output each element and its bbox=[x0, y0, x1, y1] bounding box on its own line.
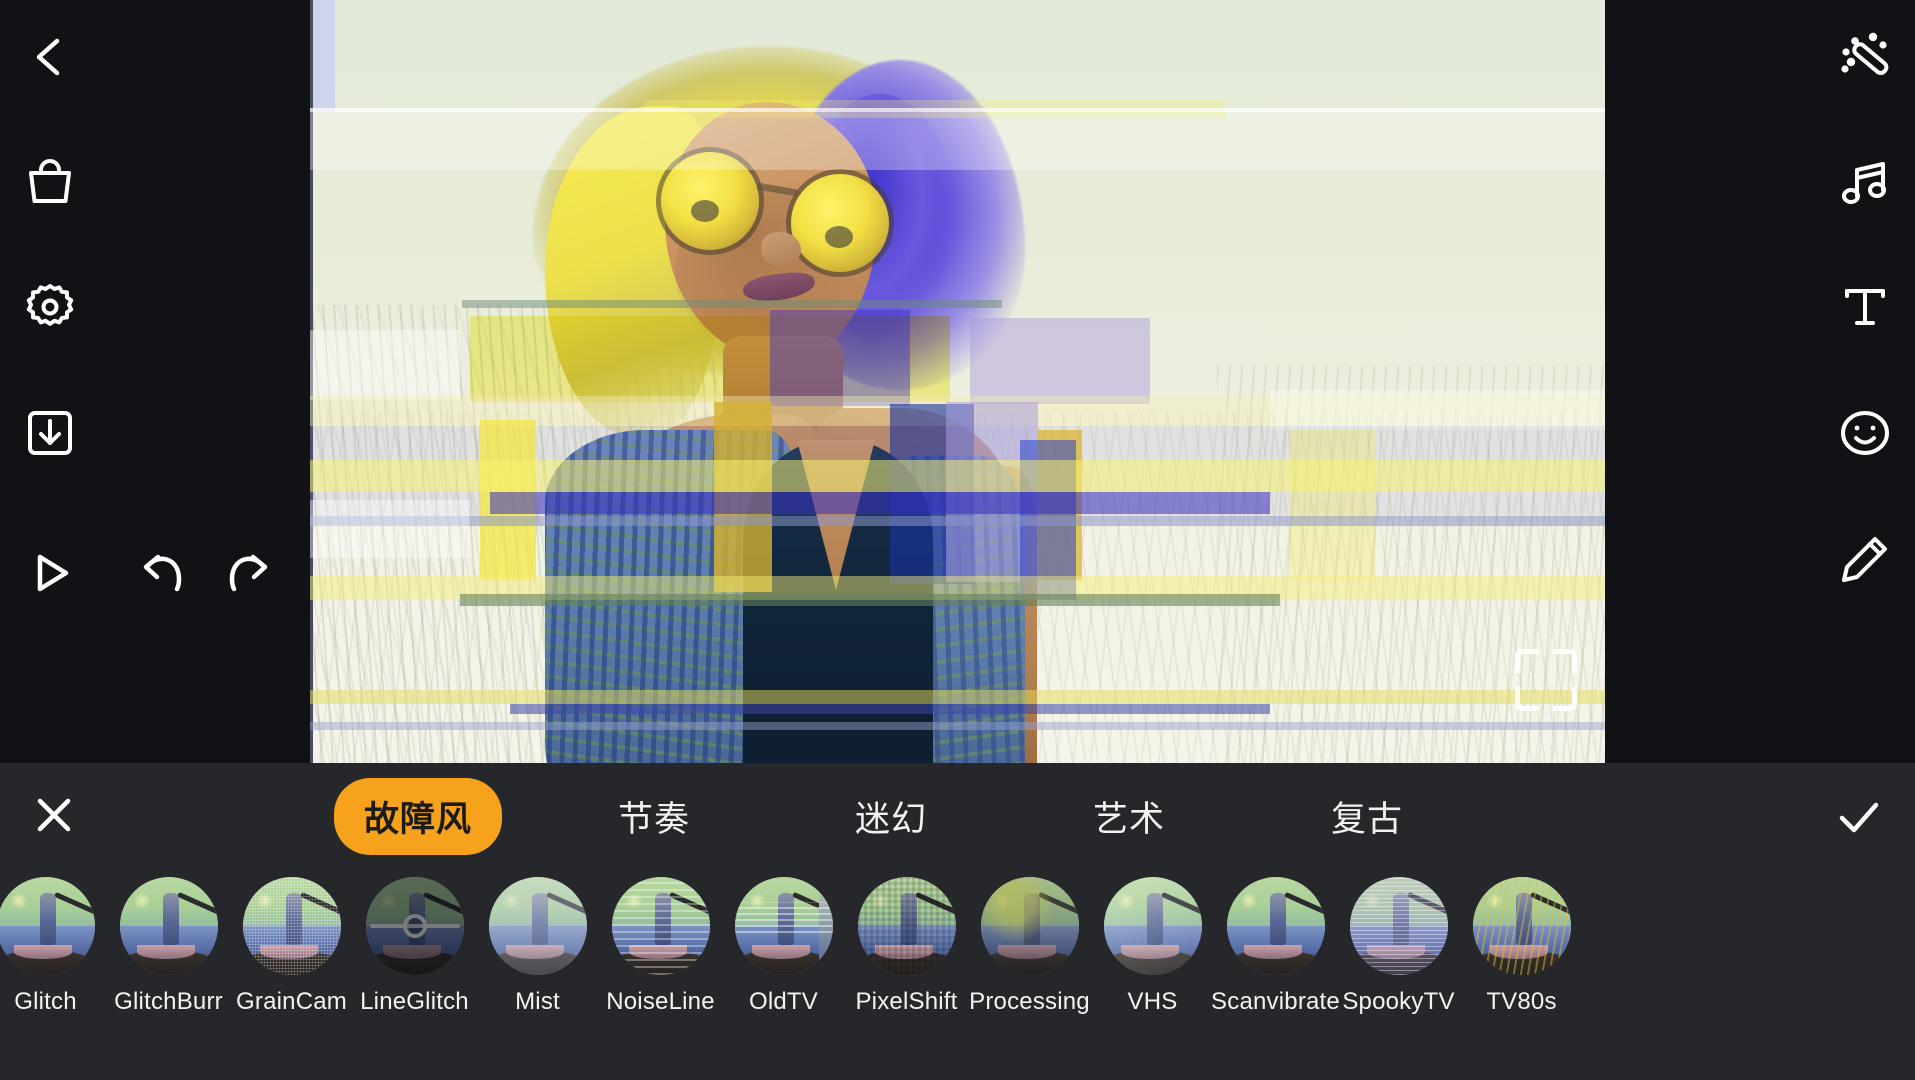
filter-label: NoiseLine bbox=[606, 988, 715, 1015]
right-toolbar bbox=[1605, 0, 1915, 763]
filter-tabbar: 故障风 节奏 迷幻 艺术 复古 bbox=[0, 763, 1915, 870]
filter-item[interactable]: GlitchBurr bbox=[107, 870, 230, 1070]
preview-frame bbox=[310, 0, 1605, 763]
redo-button[interactable] bbox=[205, 530, 291, 616]
music-note-icon bbox=[1837, 154, 1893, 210]
filter-list[interactable]: Glitch GlitchBurr GrainCam LineGlitch Mist No… bbox=[0, 870, 1915, 1080]
filter-item[interactable]: Scanvibrate bbox=[1211, 870, 1340, 1070]
filter-thumbnail bbox=[734, 877, 833, 975]
redo-arrow-icon bbox=[220, 545, 276, 601]
filter-item[interactable]: TV80s bbox=[1460, 870, 1583, 1070]
music-button[interactable] bbox=[1822, 139, 1908, 225]
transport-controls bbox=[0, 523, 310, 623]
magic-button[interactable] bbox=[1822, 14, 1908, 100]
filter-thumbnail bbox=[1103, 877, 1202, 975]
filter-thumbnail bbox=[1226, 877, 1325, 975]
filter-thumbnail bbox=[980, 877, 1079, 975]
undo-button[interactable] bbox=[120, 530, 206, 616]
draw-button[interactable] bbox=[1822, 516, 1908, 602]
filter-label: SpookyTV bbox=[1342, 988, 1455, 1015]
chevron-left-icon bbox=[24, 31, 76, 83]
play-icon bbox=[24, 547, 76, 599]
filter-item[interactable]: SpookyTV bbox=[1337, 870, 1460, 1070]
filter-item[interactable]: Glitch bbox=[0, 870, 107, 1070]
filter-panel: 故障风 节奏 迷幻 艺术 复古 Glitch GlitchBurr GrainC… bbox=[0, 763, 1915, 1080]
filter-thumbnail bbox=[611, 877, 710, 975]
filter-item[interactable]: GrainCam bbox=[230, 870, 353, 1070]
filter-label: Mist bbox=[515, 988, 560, 1015]
preview-left-edge bbox=[310, 0, 313, 763]
gear-icon bbox=[22, 279, 78, 335]
filter-thumbnail bbox=[242, 877, 341, 975]
confirm-button[interactable] bbox=[1827, 787, 1891, 851]
video-preview[interactable] bbox=[310, 0, 1605, 763]
filter-item[interactable]: LineGlitch bbox=[353, 870, 476, 1070]
magic-wand-icon bbox=[1837, 29, 1893, 85]
category-tabs: 故障风 节奏 迷幻 艺术 复古 bbox=[300, 763, 1730, 870]
filter-thumbnail bbox=[488, 877, 587, 975]
filter-thumbnail bbox=[365, 877, 464, 975]
smiley-icon bbox=[1837, 405, 1893, 461]
pencil-icon bbox=[1837, 531, 1893, 587]
filter-item[interactable]: Processing bbox=[968, 870, 1091, 1070]
filter-item[interactable]: VHS bbox=[1091, 870, 1214, 1070]
filter-thumbnail bbox=[857, 877, 956, 975]
close-x-icon bbox=[28, 789, 80, 846]
filter-label: VHS bbox=[1127, 988, 1178, 1015]
filter-item[interactable]: Mist bbox=[476, 870, 599, 1070]
filter-item[interactable]: OldTV bbox=[722, 870, 845, 1070]
export-button[interactable] bbox=[7, 390, 93, 476]
filter-label: PixelShift bbox=[855, 988, 958, 1015]
left-toolbar bbox=[0, 0, 310, 763]
filter-label: TV80s bbox=[1486, 988, 1557, 1015]
text-button[interactable] bbox=[1822, 264, 1908, 350]
back-button[interactable] bbox=[7, 14, 93, 100]
filter-label: LineGlitch bbox=[360, 988, 469, 1015]
text-t-icon bbox=[1837, 279, 1893, 335]
filter-label: Glitch bbox=[14, 988, 77, 1015]
tab-art[interactable]: 艺术 bbox=[1010, 764, 1248, 869]
shopping-bag-icon bbox=[23, 155, 77, 209]
shop-button[interactable] bbox=[7, 139, 93, 225]
filter-item[interactable]: NoiseLine bbox=[599, 870, 722, 1070]
tab-psychedelic[interactable]: 迷幻 bbox=[772, 764, 1010, 869]
tab-rhythm[interactable]: 节奏 bbox=[536, 764, 772, 869]
app-root: 故障风 节奏 迷幻 艺术 复古 Glitch GlitchBurr GrainC… bbox=[0, 0, 1915, 1080]
download-icon bbox=[22, 405, 78, 461]
filter-label: OldTV bbox=[748, 988, 818, 1015]
filter-label: GlitchBurr bbox=[114, 988, 223, 1015]
settings-button[interactable] bbox=[7, 264, 93, 350]
checkmark-icon bbox=[1831, 789, 1887, 850]
filter-thumbnail bbox=[1349, 877, 1448, 975]
preview-subject bbox=[475, 36, 1095, 763]
filter-label: Processing bbox=[969, 988, 1090, 1015]
glitch-lavender-strip bbox=[313, 0, 335, 112]
filter-label: Scanvibrate bbox=[1211, 988, 1340, 1015]
filter-item[interactable]: PixelShift bbox=[845, 870, 968, 1070]
play-button[interactable] bbox=[7, 530, 93, 616]
tab-retro[interactable]: 复古 bbox=[1248, 764, 1486, 869]
tab-glitch[interactable]: 故障风 bbox=[300, 764, 536, 869]
filter-thumbnail bbox=[119, 877, 218, 975]
fullscreen-brackets-icon[interactable] bbox=[1515, 649, 1577, 711]
editor-area bbox=[0, 0, 1915, 763]
sticker-button[interactable] bbox=[1822, 390, 1908, 476]
filter-thumbnail bbox=[0, 877, 95, 975]
filter-thumbnail bbox=[1472, 877, 1571, 975]
close-panel-button[interactable] bbox=[22, 785, 86, 849]
filter-label: GrainCam bbox=[236, 988, 347, 1015]
undo-arrow-icon bbox=[135, 545, 191, 601]
